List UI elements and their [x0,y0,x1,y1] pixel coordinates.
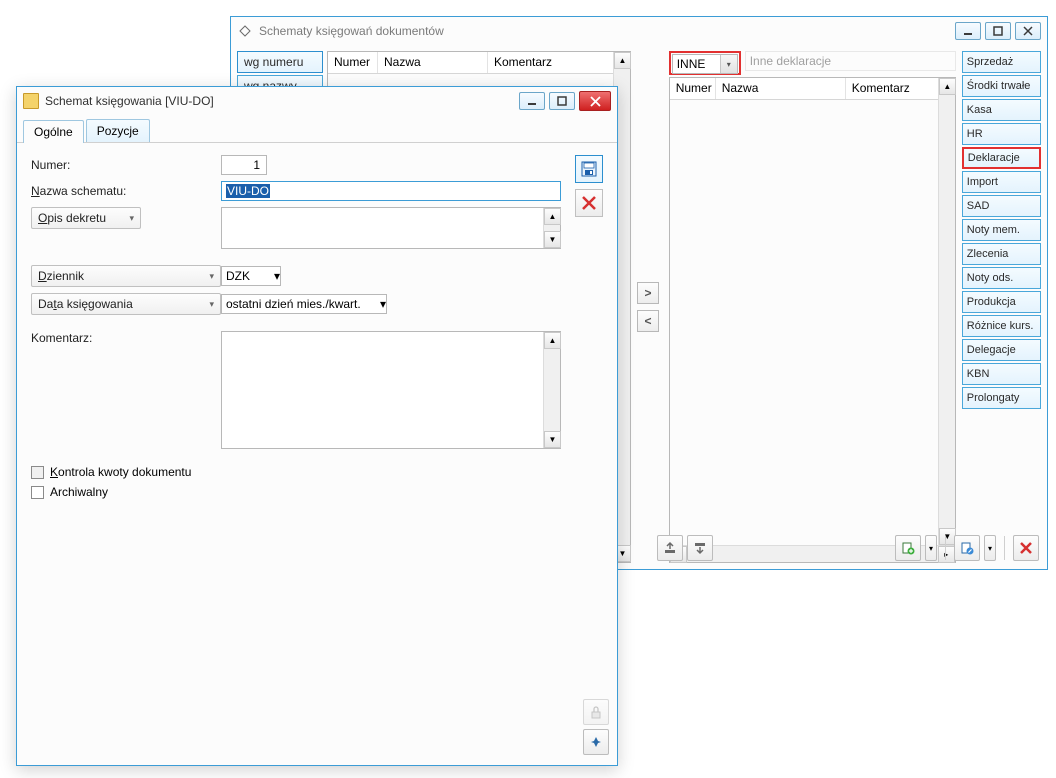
field-data-ksiegowania[interactable]: ostatni dzień mies./kwart. ▾ [221,294,387,314]
tab-strip: Ogólne Pozycje [17,115,617,143]
tab-pozycje[interactable]: Pozycje [86,119,150,142]
right-grid-vscroll[interactable]: ▲ ▼ [938,78,955,545]
lock-button[interactable] [583,699,609,725]
type-dropdown-highlight: INNE ▾ [669,51,741,75]
tab-ogolne[interactable]: Ogólne [23,120,84,143]
schema-dialog: Schemat księgowania [VIU-DO] Ogólne Pozy… [16,86,618,766]
field-komentarz[interactable]: ▲▼ [221,331,561,449]
move-left-button[interactable]: < [637,310,659,332]
label-opis-dekretu[interactable]: Opis dekretu▾ [31,207,141,229]
new-dropdown-arrow[interactable]: ▾ [925,535,937,561]
scroll-down-icon[interactable]: ▼ [544,231,561,248]
nav-prolongaty[interactable]: Prolongaty [962,387,1041,409]
maximize-button[interactable] [985,22,1011,40]
right-col-nazwa[interactable]: Nazwa [716,78,846,99]
chevron-down-icon: ▾ [209,299,214,310]
right-col-komentarz[interactable]: Komentarz [846,78,938,99]
pin-button[interactable] [583,729,609,755]
field-nazwa-schematu[interactable]: VIU-DO [221,181,561,201]
dialog-maximize-button[interactable] [549,92,575,110]
right-panel: INNE ▾ Inne deklaracje Numer Nazwa Komen… [669,51,956,563]
scroll-up-icon[interactable]: ▲ [939,78,956,95]
nav--rodki-trwa-e[interactable]: Środki trwałe [962,75,1041,97]
nav-zlecenia[interactable]: Zlecenia [962,243,1041,265]
app-icon [237,23,253,39]
divider [1004,536,1005,560]
main-titlebar: Schematy księgowań dokumentów [231,17,1047,45]
divider [945,536,946,560]
chevron-down-icon[interactable]: ▾ [274,269,280,283]
nav-sprzeda-[interactable]: Sprzedaż [962,51,1041,73]
nav-deklaracje[interactable]: Deklaracje [962,147,1041,169]
dialog-title: Schemat księgowania [VIU-DO] [45,94,515,108]
edit-dropdown-arrow[interactable]: ▾ [984,535,996,561]
dialog-minimize-button[interactable] [519,92,545,110]
right-col-numer[interactable]: Numer [670,78,716,99]
chevron-down-icon[interactable]: ▾ [380,297,386,311]
nav-noty-mem-[interactable]: Noty mem. [962,219,1041,241]
nav-kbn[interactable]: KBN [962,363,1041,385]
nav-noty-ods-[interactable]: Noty ods. [962,267,1041,289]
scroll-up-icon[interactable]: ▲ [544,332,561,349]
edit-blue-button[interactable] [954,535,980,561]
new-green-button[interactable] [895,535,921,561]
type-description: Inne deklaracje [745,51,956,71]
label-nazwa-schematu: Nazwa schematu: [31,184,221,198]
sort-wg-numeru[interactable]: wg numeru [237,51,323,73]
nav-import[interactable]: Import [962,171,1041,193]
main-title: Schematy księgowań dokumentów [259,24,951,38]
nav-kasa[interactable]: Kasa [962,99,1041,121]
label-data-ksiegowania[interactable]: Data księgowania▾ [31,293,221,315]
chevron-down-icon: ▾ [129,213,134,224]
dialog-close-button[interactable] [579,91,611,111]
move-right-button[interactable]: > [637,282,659,304]
label-dziennik[interactable]: Dziennik▾ [31,265,221,287]
nav-sad[interactable]: SAD [962,195,1041,217]
delete-button[interactable] [575,189,603,217]
delete-red-button[interactable] [1013,535,1039,561]
checkbox-archiwalny[interactable] [31,486,44,499]
nav-r-nice-kurs-[interactable]: Różnice kurs. [962,315,1041,337]
left-col-nazwa[interactable]: Nazwa [378,52,488,73]
side-nav: SprzedażŚrodki trwałeKasaHRDeklaracjeImp… [962,51,1041,563]
chevron-down-icon[interactable]: ▾ [720,55,737,73]
scroll-down-icon[interactable]: ▼ [544,431,561,448]
checkbox-kontrola-kwoty[interactable] [31,466,44,479]
label-kontrola-kwoty: Kontrola kwoty dokumentu [50,465,191,479]
nav-produkcja[interactable]: Produkcja [962,291,1041,313]
import-down-button[interactable] [687,535,713,561]
dialog-titlebar: Schemat księgowania [VIU-DO] [17,87,617,115]
close-main-button[interactable] [1015,22,1041,40]
label-komentarz: Komentarz: [31,331,221,345]
save-button[interactable] [575,155,603,183]
mid-buttons: > < [637,51,663,563]
type-dropdown-value: INNE [673,57,720,71]
scroll-up-icon[interactable]: ▲ [544,208,561,225]
minimize-button[interactable] [955,22,981,40]
folder-icon [23,93,39,109]
right-grid-rows[interactable]: Numer Nazwa Komentarz [670,78,938,545]
chevron-down-icon: ▾ [209,271,214,282]
scroll-up-icon[interactable]: ▲ [614,52,631,69]
type-dropdown[interactable]: INNE ▾ [672,54,738,74]
nav-hr[interactable]: HR [962,123,1041,145]
export-up-button[interactable] [657,535,683,561]
nav-delegacje[interactable]: Delegacje [962,339,1041,361]
left-col-numer[interactable]: Numer [328,52,378,73]
label-archiwalny: Archiwalny [50,485,108,499]
left-col-komentarz[interactable]: Komentarz [488,52,613,73]
right-grid: Numer Nazwa Komentarz ▲ ▼ ◂ ▸ [669,77,956,563]
label-numer: Numer: [31,158,221,172]
field-numer[interactable]: 1 [221,155,267,175]
field-dziennik[interactable]: DZK ▾ [221,266,281,286]
field-opis-dekretu[interactable]: ▲▼ [221,207,561,249]
